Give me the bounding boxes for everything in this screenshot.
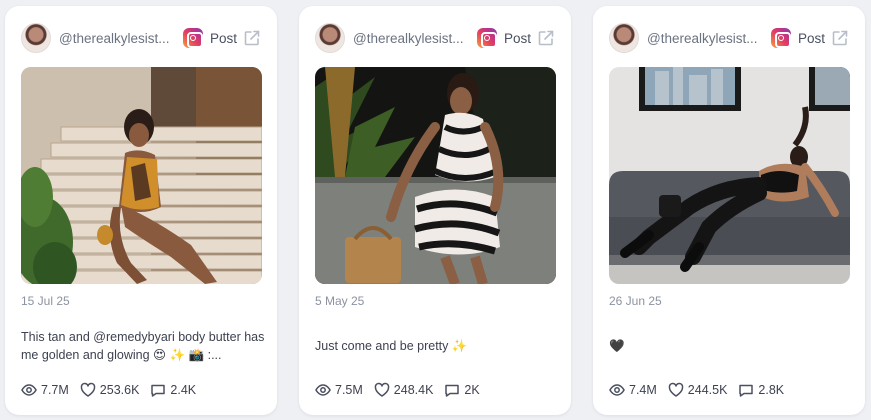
account-handle[interactable]: @therealkylesist... — [59, 31, 177, 46]
comments-stat: 2.4K — [150, 382, 196, 398]
post-date: 5 May 25 — [315, 294, 365, 308]
views-count: 7.7M — [41, 383, 69, 397]
post-image[interactable] — [21, 67, 262, 284]
post-type-label: Post — [798, 30, 826, 46]
avatar[interactable] — [609, 23, 639, 53]
account-handle[interactable]: @therealkylesist... — [647, 31, 765, 46]
eye-icon — [315, 384, 331, 396]
likes-stat: 253.6K — [80, 382, 140, 398]
post-card[interactable]: @therealkylesist... Post — [299, 6, 571, 415]
instagram-icon — [771, 28, 791, 48]
heart-icon — [374, 382, 390, 397]
views-stat: 7.4M — [609, 382, 657, 398]
avatar[interactable] — [21, 23, 51, 53]
comments-count: 2.4K — [170, 383, 197, 397]
avatar[interactable] — [315, 23, 345, 53]
comment-icon — [445, 384, 460, 397]
external-link-icon[interactable] — [831, 29, 849, 47]
post-stats: 7.5M 248.4K 2K — [315, 382, 491, 398]
post-stats: 7.7M 253.6K 2.4K — [21, 382, 207, 398]
comments-count: 2.8K — [758, 383, 785, 397]
views-stat: 7.7M — [21, 382, 69, 398]
external-link-icon[interactable] — [243, 29, 261, 47]
post-caption: Just come and be pretty ✨ — [315, 339, 468, 353]
comments-count: 2K — [464, 383, 480, 397]
post-header: @therealkylesist... Post — [315, 22, 555, 54]
views-stat: 7.5M — [315, 382, 363, 398]
post-stats: 7.4M 244.5K 2.8K — [609, 382, 795, 398]
comments-stat: 2.8K — [738, 382, 784, 398]
views-count: 7.4M — [629, 383, 657, 397]
eye-icon — [609, 384, 625, 396]
views-count: 7.5M — [335, 383, 363, 397]
heart-icon — [80, 382, 96, 397]
likes-count: 248.4K — [393, 383, 434, 397]
likes-stat: 248.4K — [374, 382, 434, 398]
heart-icon — [668, 382, 684, 397]
comments-stat: 2K — [444, 382, 480, 398]
post-header: @therealkylesist... Post — [609, 22, 849, 54]
post-card[interactable]: @therealkylesist... Post — [5, 6, 277, 415]
post-header: @therealkylesist... Post — [21, 22, 261, 54]
likes-count: 244.5K — [687, 383, 728, 397]
post-caption: 🖤 — [609, 339, 625, 353]
post-image[interactable] — [315, 67, 556, 284]
likes-count: 253.6K — [99, 383, 140, 397]
likes-stat: 244.5K — [668, 382, 728, 398]
eye-icon — [21, 384, 37, 396]
instagram-icon — [477, 28, 497, 48]
post-caption: This tan and @remedybyari body butter ha… — [21, 330, 265, 362]
account-handle[interactable]: @therealkylesist... — [353, 31, 471, 46]
post-card[interactable]: @therealkylesist... Post — [593, 6, 865, 415]
external-link-icon[interactable] — [537, 29, 555, 47]
instagram-icon — [183, 28, 203, 48]
post-type-label: Post — [504, 30, 532, 46]
comment-icon — [739, 384, 754, 397]
post-image[interactable] — [609, 67, 850, 284]
post-date: 26 Jun 25 — [609, 294, 662, 308]
post-date: 15 Jul 25 — [21, 294, 70, 308]
comment-icon — [151, 384, 166, 397]
post-type-label: Post — [210, 30, 238, 46]
